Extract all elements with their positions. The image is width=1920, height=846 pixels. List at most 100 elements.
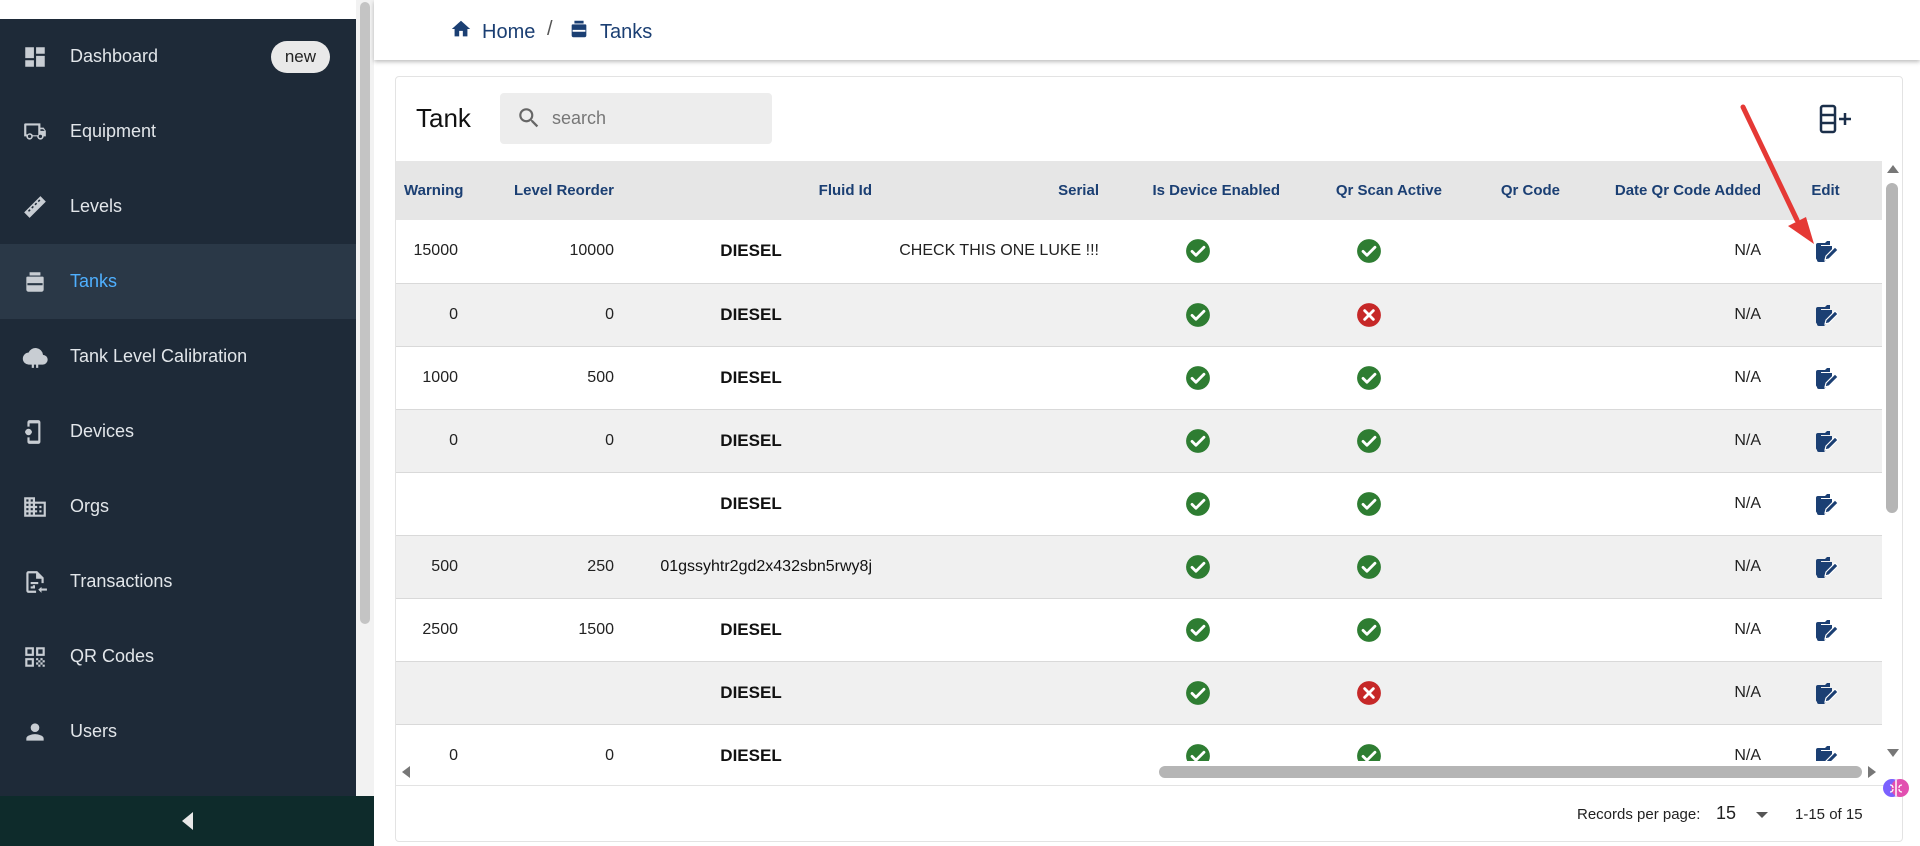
table-row[interactable]: 0 0 DIESEL N/A — [396, 283, 1882, 346]
table-row[interactable]: DIESEL N/A — [396, 661, 1882, 724]
breadcrumb-current[interactable]: Tanks — [568, 18, 652, 46]
col-header-qr-code[interactable]: Qr Code — [1450, 161, 1568, 220]
cell-edit — [1769, 598, 1882, 661]
table-row[interactable]: 0 0 DIESEL N/A — [396, 724, 1882, 761]
sidebar-item-label: Transactions — [70, 571, 173, 591]
sidebar-item-label: Levels — [70, 196, 123, 216]
sidebar-item-orgs[interactable]: Orgs — [0, 469, 356, 544]
table-row[interactable]: 2500 1500 DIESEL N/A — [396, 598, 1882, 661]
edit-icon[interactable] — [1813, 428, 1839, 454]
table-horizontal-scrollbar[interactable] — [396, 761, 1904, 783]
cell-serial — [880, 472, 1107, 535]
col-header-date-qr-code-added[interactable]: Date Qr Code Added — [1568, 161, 1769, 220]
assistant-brain-icon[interactable] — [1882, 774, 1910, 802]
tank-icon — [568, 18, 590, 46]
sidebar-item-label: Dashboard — [70, 46, 159, 66]
table-row[interactable]: 1000 500 DIESEL N/A — [396, 346, 1882, 409]
table-row[interactable]: 500 250 01gssyhtr2gd2x432sbn5rwy8j N/A — [396, 535, 1882, 598]
scroll-left-icon[interactable] — [402, 766, 410, 778]
cell-warning: 0 — [449, 305, 458, 323]
edit-icon[interactable] — [1813, 491, 1839, 517]
sidebar-scrollbar[interactable] — [356, 0, 374, 846]
col-header-is-device-enabled[interactable]: Is Device Enabled — [1107, 161, 1288, 220]
table-row[interactable]: 15000 10000 DIESEL CHECK THIS ONE LUKE !!! N… — [396, 220, 1882, 283]
sidebar-item-tanks[interactable]: Tanks — [0, 244, 356, 319]
cell-warning: 0 — [449, 431, 458, 449]
table-footer: Records per page: 15 1-15 of 15 — [396, 785, 1904, 841]
cell-edit — [1769, 535, 1882, 598]
check-circle-icon — [1185, 238, 1211, 264]
cell-edit — [1769, 283, 1882, 346]
cell-qr-scan-active — [1288, 409, 1450, 472]
edit-icon[interactable] — [1813, 617, 1839, 643]
table-vertical-scrollbar[interactable] — [1882, 161, 1902, 761]
cell-date-qr-code-added: N/A — [1734, 683, 1761, 701]
col-header-warning[interactable]: Warning — [396, 161, 466, 220]
edit-icon[interactable] — [1813, 302, 1839, 328]
search-input[interactable] — [552, 105, 752, 131]
search-box[interactable] — [500, 93, 772, 144]
sidebar-scrollbar-thumb[interactable] — [360, 2, 370, 624]
cell-qr-scan-active — [1288, 598, 1450, 661]
cell-edit — [1769, 220, 1882, 283]
cell-qr-code — [1450, 409, 1568, 472]
scroll-down-icon[interactable] — [1887, 749, 1899, 757]
dashboard-icon — [22, 44, 48, 70]
cell-qr-code — [1450, 283, 1568, 346]
sidebar-item-equipment[interactable]: Equipment — [0, 94, 356, 169]
sidebar-item-tank-level-calibration[interactable]: Tank Level Calibration — [0, 319, 356, 394]
cell-date-qr-code-added: N/A — [1734, 746, 1761, 762]
sidebar-item-levels[interactable]: Levels — [0, 169, 356, 244]
cell-serial: CHECK THIS ONE LUKE !!! — [899, 242, 1099, 260]
cross-circle-icon — [1356, 302, 1382, 328]
edit-icon[interactable] — [1813, 238, 1839, 264]
cell-date-qr-code-added: N/A — [1734, 305, 1761, 323]
cell-edit — [1769, 409, 1882, 472]
breadcrumb-home[interactable]: Home — [450, 18, 535, 46]
tanks-table: Warning Level Reorder Fluid Id Serial Is… — [396, 161, 1882, 761]
edit-icon[interactable] — [1813, 743, 1839, 761]
edit-icon[interactable] — [1813, 554, 1839, 580]
col-header-edit: Edit — [1811, 182, 1840, 199]
edit-icon[interactable] — [1813, 365, 1839, 391]
caret-down-icon — [1756, 812, 1768, 818]
col-header-fluid-id[interactable]: Fluid Id — [622, 161, 880, 220]
records-per-page-select[interactable]: 15 — [1716, 803, 1772, 827]
sidebar-item-label: Devices — [70, 421, 135, 441]
col-header-serial[interactable]: Serial — [880, 161, 1107, 220]
cell-date-qr-code-added: N/A — [1734, 242, 1761, 260]
cell-fluid-id: DIESEL — [720, 367, 782, 387]
table-row[interactable]: DIESEL N/A — [396, 472, 1882, 535]
table-row[interactable]: 0 0 DIESEL N/A — [396, 409, 1882, 472]
breadcrumb-home-label: Home — [482, 20, 536, 43]
sidebar-item-label: Equipment — [70, 121, 157, 141]
sidebar-top-strip — [0, 0, 356, 19]
sidebar-item-transactions[interactable]: Transactions — [0, 544, 356, 619]
sidebar-item-dashboard[interactable]: Dashboard new — [0, 19, 356, 94]
sidebar-item-qr-codes[interactable]: QR Codes — [0, 619, 356, 694]
qr-icon — [22, 644, 48, 670]
sidebar-collapse-button[interactable] — [0, 796, 374, 846]
check-circle-icon — [1185, 554, 1211, 580]
table-horizontal-scrollbar-thumb[interactable] — [1159, 766, 1862, 778]
cell-fluid-id: 01gssyhtr2gd2x432sbn5rwy8j — [660, 557, 872, 575]
cell-fluid-id: DIESEL — [720, 745, 782, 762]
table-vertical-scrollbar-thumb[interactable] — [1886, 183, 1898, 513]
check-circle-icon — [1185, 743, 1211, 761]
edit-icon[interactable] — [1813, 680, 1839, 706]
cell-serial — [880, 598, 1107, 661]
col-header-level-reorder[interactable]: Level Reorder — [466, 161, 622, 220]
check-circle-icon — [1356, 428, 1382, 454]
cell-level-reorder — [466, 661, 622, 724]
cell-qr-code — [1450, 598, 1568, 661]
col-header-qr-scan-active[interactable]: Qr Scan Active — [1288, 161, 1450, 220]
sidebar-item-devices[interactable]: Devices — [0, 394, 356, 469]
tank-table-card: Tank Warning Level R — [395, 76, 1904, 842]
cell-is-device-enabled — [1107, 220, 1288, 283]
scroll-right-icon[interactable] — [1868, 766, 1876, 778]
scroll-up-icon[interactable] — [1887, 165, 1899, 173]
add-column-button[interactable] — [1818, 101, 1854, 137]
cell-serial — [880, 346, 1107, 409]
person-icon — [22, 719, 48, 745]
sidebar-item-users[interactable]: Users — [0, 694, 356, 769]
